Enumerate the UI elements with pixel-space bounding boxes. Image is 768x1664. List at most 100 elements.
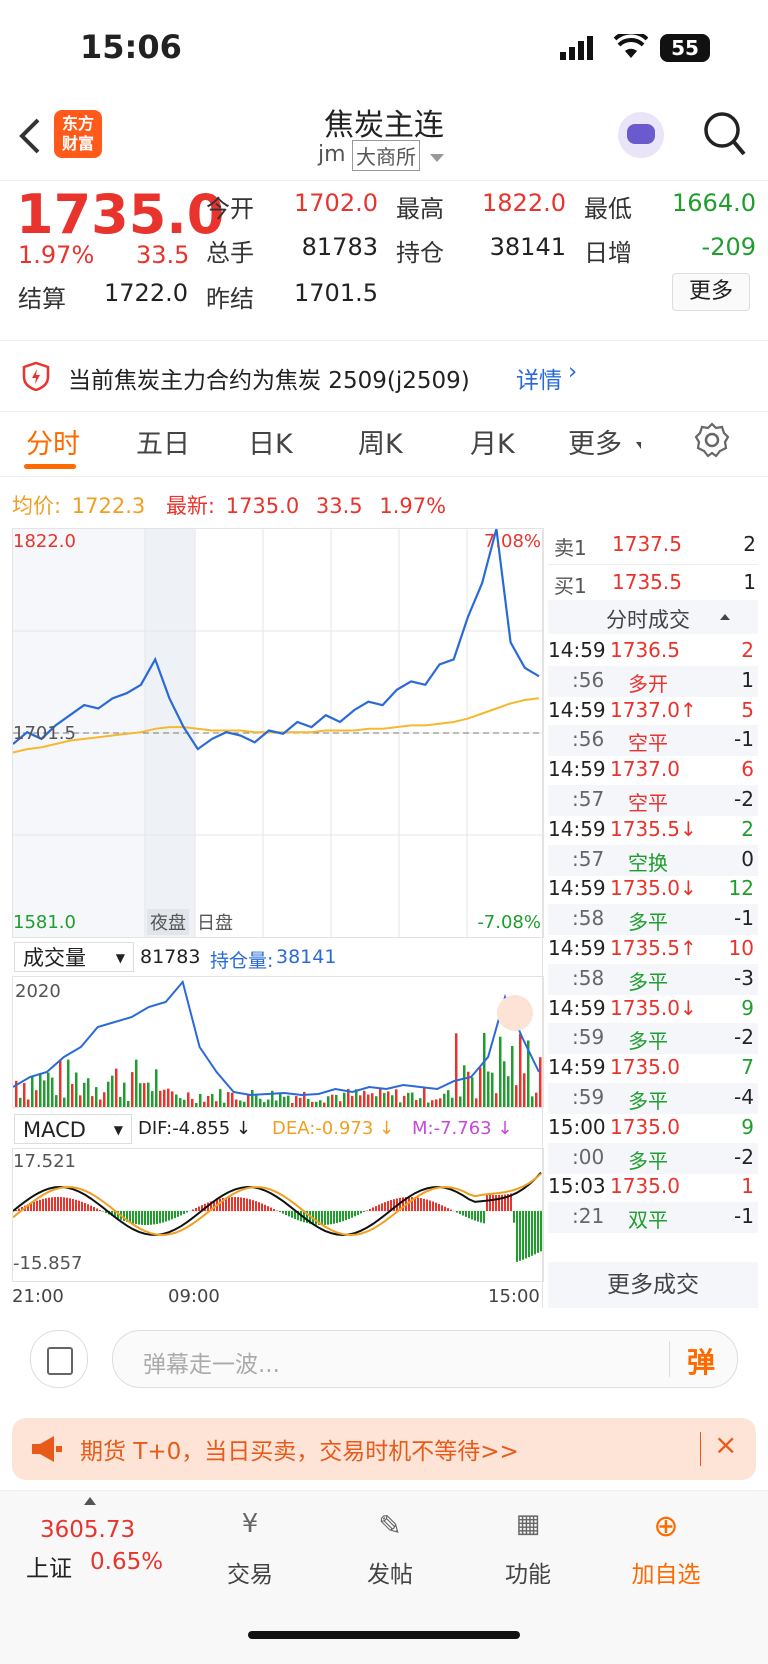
oi-change-value: -209: [652, 233, 756, 261]
caret-up-icon: [720, 614, 730, 620]
index-name[interactable]: 上证: [26, 1549, 72, 1583]
oi-readout-label: 持仓量:: [210, 946, 273, 973]
macd-bar: [78, 1201, 80, 1211]
nav-add-watchlist[interactable]: ⊕ 加自选: [606, 1509, 726, 1589]
high-label: 最高: [396, 189, 444, 224]
tab-daily-k[interactable]: 日K: [248, 422, 293, 461]
volume-bar: [371, 1093, 374, 1107]
macd-bar: [153, 1211, 155, 1224]
settings-gear-icon[interactable]: [694, 422, 730, 458]
macd-bar: [102, 1211, 104, 1212]
volume-bar: [23, 1083, 26, 1107]
price-series-line: [13, 529, 539, 749]
low-value: 1664.0: [652, 189, 756, 217]
volume-bar: [315, 1102, 318, 1107]
exchange-badge: 大商所: [352, 140, 420, 171]
promo-banner[interactable]: 期货 T+0，当日买卖，交易时机不等待>> ×: [12, 1418, 756, 1480]
high-value: 1822.0: [466, 189, 566, 217]
latest-label: 最新:: [166, 494, 215, 518]
volume-bar: [115, 1069, 118, 1107]
trade-price: 1735.5↑: [610, 936, 697, 960]
macd-bar: [519, 1211, 521, 1261]
volume-bar: [87, 1078, 90, 1107]
nav-trade[interactable]: ¥ 交易: [190, 1509, 310, 1589]
caret-down-icon: ▼: [114, 1115, 123, 1145]
search-icon[interactable]: [702, 110, 748, 160]
caret-down-icon: ▼: [116, 943, 125, 973]
volume-value: 81783: [278, 233, 378, 261]
macd-bar: [492, 1195, 494, 1211]
trade-row: :21双平-1: [548, 1202, 758, 1233]
macd-bar: [195, 1208, 197, 1211]
nav-post[interactable]: ✎ 发帖: [330, 1509, 450, 1589]
more-trades-button[interactable]: 更多成交: [548, 1262, 758, 1308]
macd-bar: [465, 1211, 467, 1217]
macd-bar: [330, 1211, 332, 1224]
volume-bar: [75, 1073, 78, 1107]
macd-bar: [144, 1211, 146, 1225]
trade-row: 15:031735.01: [548, 1172, 758, 1203]
trade-row: :58多平-3: [548, 964, 758, 995]
expand-icon[interactable]: [497, 995, 533, 1031]
volume-chart[interactable]: 2020: [12, 976, 544, 1108]
macd-bar: [258, 1202, 260, 1211]
volume-indicator-selector[interactable]: 成交量▼: [14, 942, 134, 972]
tab-weekly-k[interactable]: 周K: [358, 422, 403, 461]
tab-monthly-k[interactable]: 月K: [470, 422, 515, 461]
macd-bar: [387, 1201, 389, 1211]
tab-more[interactable]: 更多: [568, 422, 622, 461]
macd-chart[interactable]: 17.521 -15.857: [12, 1148, 544, 1282]
volume-bar: [531, 1096, 534, 1107]
volume-bar: [283, 1097, 286, 1107]
tab-intraday[interactable]: 分时: [26, 422, 80, 461]
price-chart[interactable]: 1822.0 7.08% 1701.5 1581.0 -7.08% 夜盘 日盘: [12, 528, 544, 938]
trade-time: :56: [572, 668, 604, 692]
macd-indicator-selector[interactable]: MACD▼: [14, 1114, 132, 1144]
macd-bar: [420, 1198, 422, 1211]
nav-function[interactable]: ▦ 功能: [468, 1509, 588, 1589]
signal-icon: [560, 36, 596, 60]
macd-bar: [384, 1202, 386, 1211]
volume-bar: [123, 1083, 126, 1107]
bid-qty: 1: [730, 570, 756, 594]
macd-bar: [291, 1211, 293, 1218]
trade-qty: 1: [741, 668, 754, 692]
trade-qty: -1: [734, 727, 754, 751]
oi-value: 38141: [466, 233, 566, 261]
trade-row: 15:001735.09: [548, 1113, 758, 1144]
macd-bar: [159, 1211, 161, 1223]
comment-input[interactable]: 弹幕走一波... 弹: [112, 1330, 738, 1388]
main-contract-notice[interactable]: 当前焦炭主力合约为焦炭 2509(j2509) 详情 ›: [0, 340, 768, 412]
close-icon[interactable]: ×: [714, 1428, 737, 1461]
volume-bar: [451, 1098, 454, 1107]
index-pct[interactable]: 0.65%: [90, 1549, 163, 1575]
comment-list-icon[interactable]: [30, 1330, 88, 1388]
volume-bar: [495, 1093, 498, 1107]
tab-five-day[interactable]: 五日: [136, 422, 190, 461]
low-label: 最低: [584, 189, 632, 224]
trade-time: 14:59: [548, 996, 606, 1020]
pct-min-label: -7.08%: [477, 912, 541, 933]
danmu-toggle[interactable]: 弹: [687, 1341, 715, 1381]
exchange-dropdown-icon[interactable]: [430, 154, 444, 162]
volume-bar: [47, 1073, 50, 1107]
tabs-divider: [0, 476, 768, 477]
trades-header[interactable]: 分时成交: [548, 600, 758, 634]
macd-bar: [255, 1201, 257, 1211]
notice-detail-link[interactable]: 详情: [516, 361, 562, 395]
assistant-robot-icon[interactable]: [618, 112, 664, 158]
index-value[interactable]: 3605.73: [40, 1517, 135, 1543]
more-quote-button[interactable]: 更多: [672, 273, 750, 311]
latest-value: 1735.0: [226, 494, 299, 518]
volume-bar: [479, 1068, 482, 1107]
volume-bar: [199, 1094, 202, 1107]
trade-price: 多平: [628, 1145, 668, 1174]
macd-bar: [231, 1197, 233, 1211]
volume-bar: [143, 1083, 146, 1107]
macd-bar: [180, 1211, 182, 1215]
macd-bar: [522, 1211, 524, 1260]
volume-bar: [63, 1098, 66, 1107]
volume-bar: [91, 1096, 94, 1107]
trade-row: :59多平-2: [548, 1023, 758, 1054]
volume-bar: [51, 1078, 54, 1107]
